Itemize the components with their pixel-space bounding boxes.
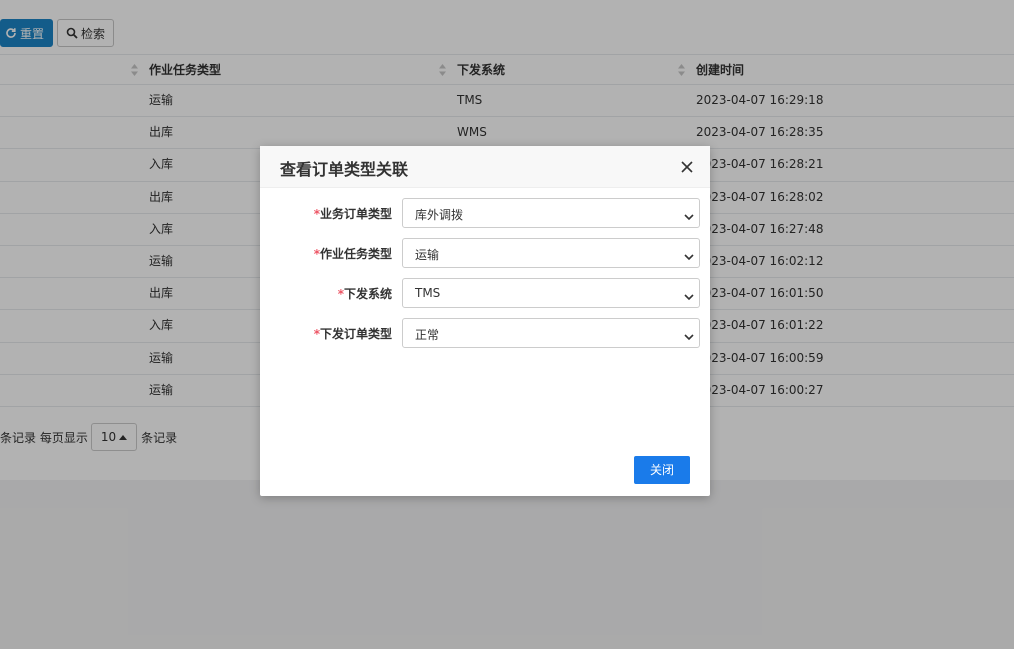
modal-title: 查看订单类型关联: [280, 160, 409, 179]
modal-header: 查看订单类型关联: [260, 146, 710, 188]
business-order-type-select[interactable]: 库外调拨: [402, 198, 700, 228]
chevron-down-icon: [684, 290, 694, 301]
dispatch-system-select[interactable]: TMS: [402, 278, 700, 308]
order-type-relation-modal: 查看订单类型关联 *业务订单类型 库外调拨 *作业任务类型 运输 *下发系统 T…: [260, 146, 710, 496]
select-value: 正常: [415, 328, 440, 342]
select-value: TMS: [415, 286, 441, 300]
chevron-down-icon: [684, 250, 694, 261]
form-row-dispatch-order-type: *下发订单类型 正常: [260, 318, 710, 348]
field-label: *下发系统: [338, 285, 392, 302]
close-icon[interactable]: [680, 160, 694, 174]
chevron-down-icon: [684, 210, 694, 221]
select-value: 库外调拨: [415, 208, 464, 222]
field-label: *业务订单类型: [314, 205, 392, 222]
field-label-text: 下发系统: [343, 287, 392, 301]
form-row-business-order-type: *业务订单类型 库外调拨: [260, 198, 710, 228]
field-label: *作业任务类型: [314, 245, 392, 262]
close-button[interactable]: 关闭: [634, 456, 690, 484]
field-label: *下发订单类型: [314, 325, 392, 342]
field-label-text: 业务订单类型: [319, 207, 392, 221]
field-label-text: 作业任务类型: [319, 247, 392, 261]
select-value: 运输: [415, 248, 440, 262]
form-row-task-type: *作业任务类型 运输: [260, 238, 710, 268]
chevron-down-icon: [684, 330, 694, 341]
dispatch-order-type-select[interactable]: 正常: [402, 318, 700, 348]
form-row-dispatch-system: *下发系统 TMS: [260, 278, 710, 308]
field-label-text: 下发订单类型: [319, 327, 392, 341]
task-type-select[interactable]: 运输: [402, 238, 700, 268]
